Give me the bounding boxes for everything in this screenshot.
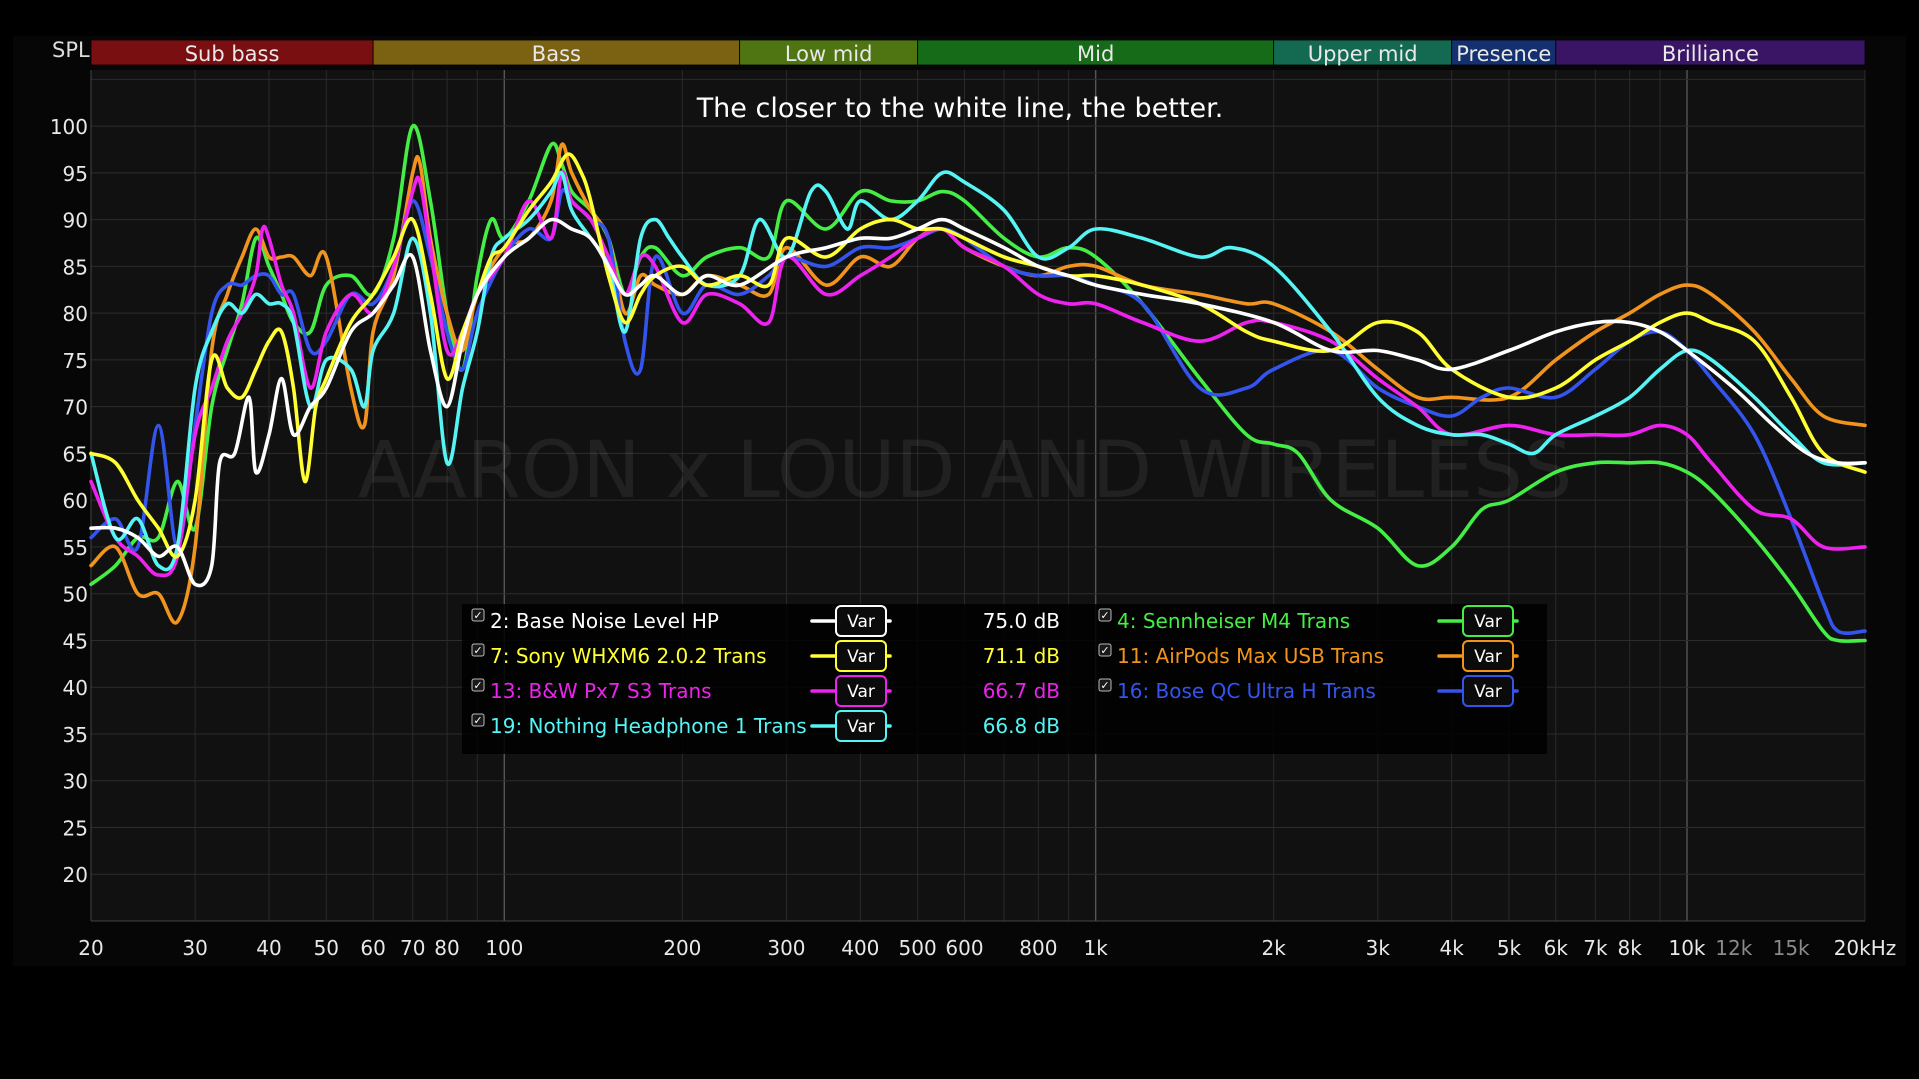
legend: ✓ 2: Base Noise Level HP Var 75.0 dB ✓ 7: Son… (462, 604, 1547, 754)
legend-value: 71.1 dB (983, 644, 1060, 668)
legend-label: 11: AirPods Max USB Trans (1117, 644, 1384, 668)
x-tick-label: 300 (767, 936, 805, 960)
x-tick-label: 60 (360, 936, 385, 960)
x-tick-label: 7k (1583, 936, 1608, 960)
x-tick-label: 12k (1715, 936, 1752, 960)
checkmark-icon: ✓ (473, 679, 482, 692)
x-tick-label: 6k (1544, 936, 1569, 960)
legend-label: 13: B&W Px7 S3 Trans (490, 679, 712, 703)
y-tick-label: 30 (63, 770, 88, 794)
watermark: AARON x LOUD AND WIRELESS (358, 426, 1573, 516)
legend-value: 75.0 dB (983, 609, 1060, 633)
chart-annotation: The closer to the white line, the better… (696, 93, 1224, 124)
x-tick-label: 70 (400, 936, 425, 960)
band-label: Upper mid (1308, 42, 1418, 66)
y-tick-label: 95 (63, 162, 88, 186)
x-tick-label: 1k (1084, 936, 1109, 960)
x-tick-label: 20 (78, 936, 103, 960)
x-tick-label: 30 (182, 936, 207, 960)
y-tick-label: 65 (63, 442, 88, 466)
legend-label: 2: Base Noise Level HP (490, 609, 719, 633)
x-tick-label: 20kHz (1834, 936, 1897, 960)
x-tick-label: 600 (945, 936, 983, 960)
checkmark-icon: ✓ (1100, 679, 1109, 692)
y-tick-label: 35 (63, 723, 88, 747)
y-tick-label: 25 (63, 816, 88, 840)
legend-value: 66.8 dB (983, 714, 1060, 738)
x-tick-label: 8k (1618, 936, 1643, 960)
x-tick-label: 4k (1440, 936, 1465, 960)
var-button-label: Var (1474, 612, 1502, 632)
x-tick-label: 5k (1497, 936, 1522, 960)
band-label: Brilliance (1662, 42, 1759, 66)
checkmark-icon: ✓ (1100, 609, 1109, 622)
checkmark-icon: ✓ (473, 609, 482, 622)
band-label: Sub bass (185, 42, 280, 66)
y-tick-label: 45 (63, 629, 88, 653)
var-button-label: Var (847, 647, 875, 667)
checkmark-icon: ✓ (473, 714, 482, 727)
frequency-response-chart: Sub bass Bass Low mid Mid Upper mid Presence B… (0, 0, 1919, 1079)
y-tick-label: 60 (63, 489, 88, 513)
x-tick-label: 80 (434, 936, 459, 960)
frequency-bands: Sub bass Bass Low mid Mid Upper mid Presence B… (90, 39, 1866, 66)
x-tick-label: 40 (256, 936, 281, 960)
var-button-label: Var (1474, 647, 1502, 667)
x-tick-label: 800 (1019, 936, 1057, 960)
legend-label: 7: Sony WHXM6 2.0.2 Trans (490, 644, 767, 668)
x-tick-label: 400 (841, 936, 879, 960)
var-button-label: Var (847, 612, 875, 632)
x-tick-label: 10k (1668, 936, 1705, 960)
y-tick-label: 80 (63, 302, 88, 326)
x-tick-label: 500 (899, 936, 937, 960)
y-tick-label: 75 (63, 349, 88, 373)
band-label: Low mid (785, 42, 873, 66)
legend-label: 16: Bose QC Ultra H Trans (1117, 679, 1376, 703)
x-tick-label: 100 (485, 936, 523, 960)
legend-label: 4: Sennheiser M4 Trans (1117, 609, 1350, 633)
var-button-label: Var (847, 717, 875, 737)
x-tick-label: 15k (1773, 936, 1810, 960)
x-tick-label: 3k (1366, 936, 1391, 960)
band-label: Bass (532, 42, 581, 66)
y-tick-label: 70 (63, 396, 88, 420)
band-label: Mid (1077, 42, 1114, 66)
y-tick-label: 100 (50, 115, 88, 139)
legend-value: 66.7 dB (983, 679, 1060, 703)
y-tick-label: 90 (63, 209, 88, 233)
band-label: Presence (1456, 42, 1551, 66)
y-tick-label: 20 (63, 863, 88, 887)
checkmark-icon: ✓ (1100, 644, 1109, 657)
checkmark-icon: ✓ (473, 644, 482, 657)
x-tick-label: 2k (1262, 936, 1287, 960)
y-tick-label: 55 (63, 536, 88, 560)
var-button-label: Var (1474, 682, 1502, 702)
x-tick-label: 50 (314, 936, 339, 960)
legend-label: 19: Nothing Headphone 1 Trans (490, 714, 807, 738)
y-tick-label: 50 (63, 583, 88, 607)
y-tick-label: 40 (63, 676, 88, 700)
y-axis-label: SPL (52, 38, 90, 62)
y-tick-label: 85 (63, 255, 88, 279)
var-button-label: Var (847, 682, 875, 702)
x-tick-label: 200 (663, 936, 701, 960)
